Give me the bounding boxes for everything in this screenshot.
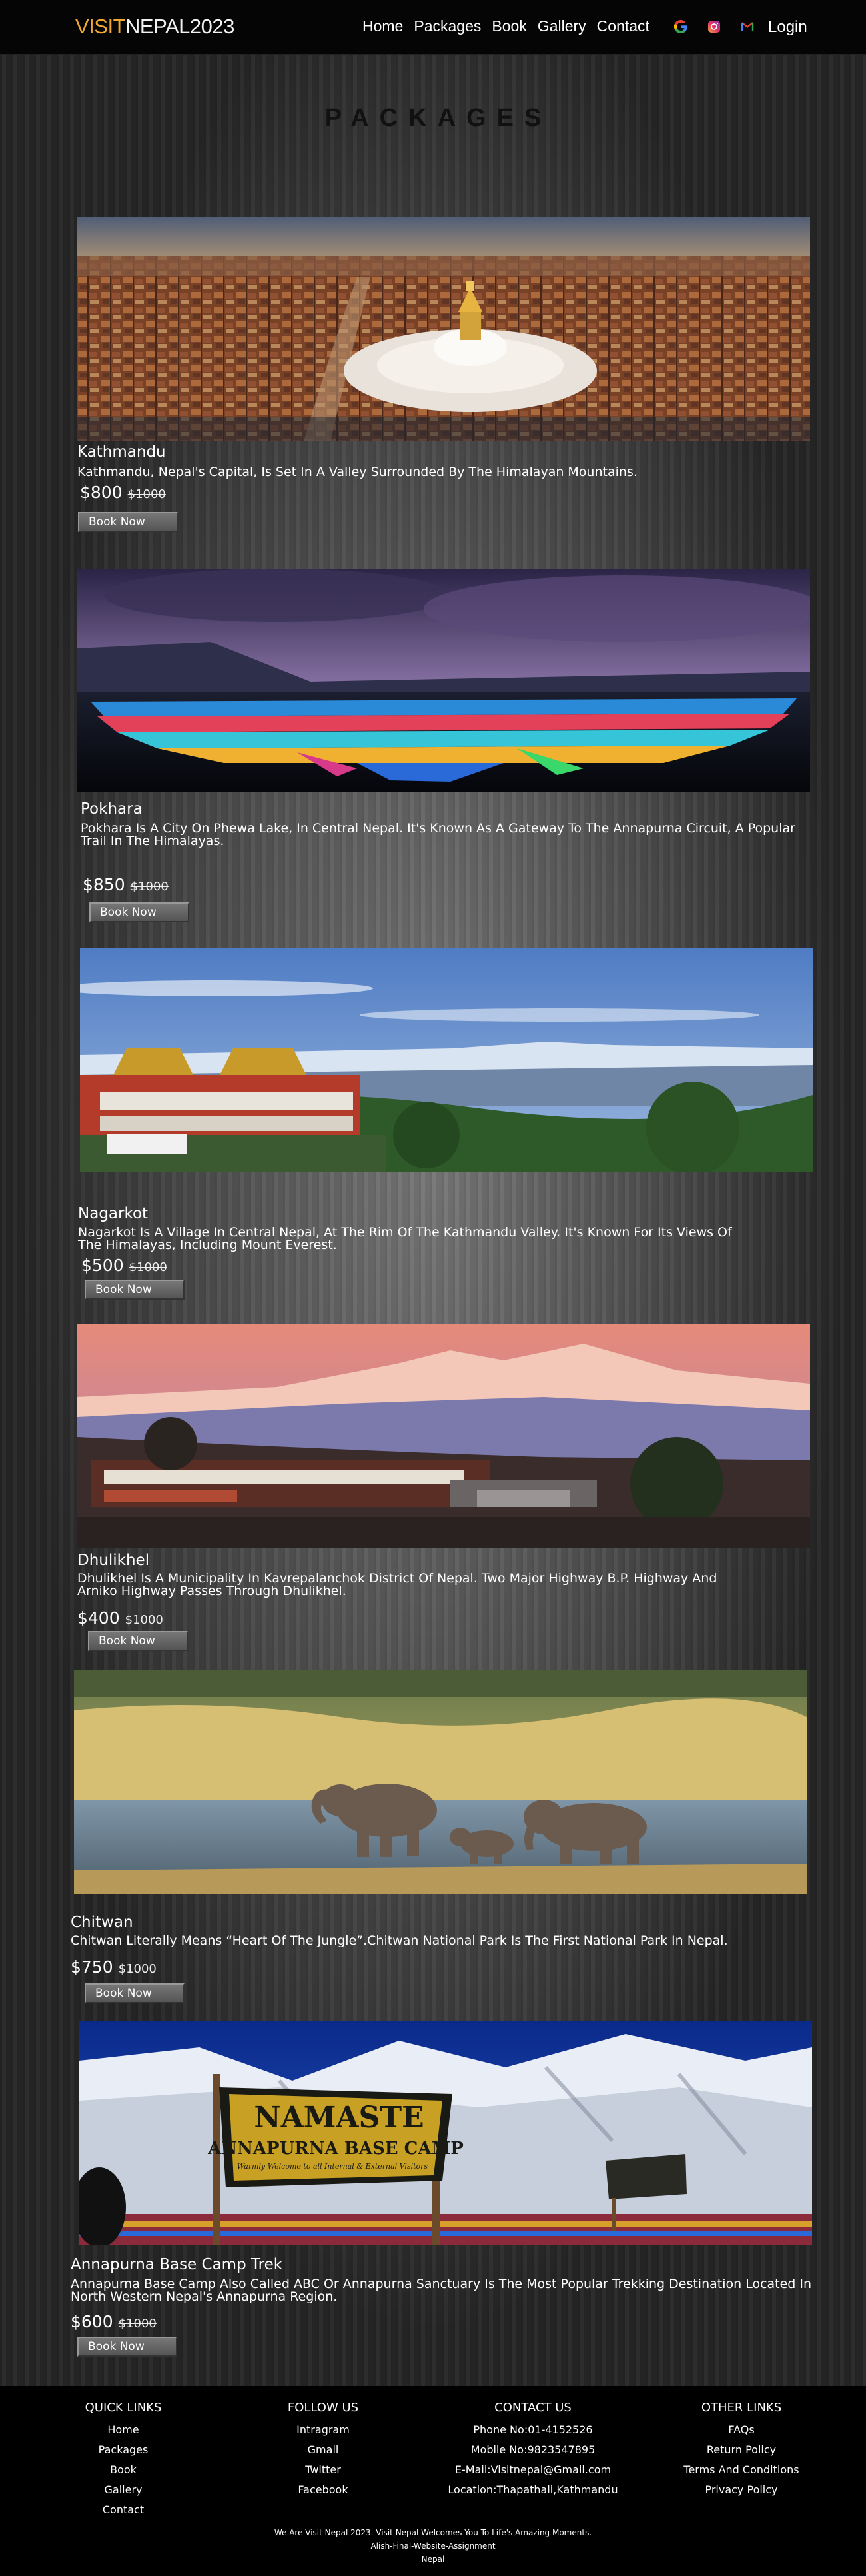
footer-link-terms[interactable]: Terms And Conditions: [668, 2460, 815, 2480]
footer-link-home[interactable]: Home: [63, 2420, 183, 2440]
book-now-button[interactable]: Book Now: [85, 1983, 185, 2003]
package-description: Kathmandu, Nepal's Capital, Is Set In A …: [77, 465, 638, 479]
nav-gallery-link[interactable]: Gallery: [538, 17, 586, 35]
sign-namaste: NAMASTE: [254, 2101, 424, 2135]
footer-phone: Phone No:01-4152526: [473, 2423, 593, 2436]
nav-book-link[interactable]: Book: [492, 17, 526, 35]
footer-link-packages[interactable]: Packages: [63, 2440, 183, 2460]
google-icon[interactable]: [673, 19, 689, 35]
footer-email[interactable]: E-Mail:Visitnepal@Gmail.com: [443, 2460, 623, 2480]
footer-heading: OTHER LINKS: [701, 2401, 782, 2415]
site-logo[interactable]: VISITNEPAL2023: [75, 15, 234, 39]
book-now-button[interactable]: Book Now: [77, 2337, 177, 2357]
footer-link-facebook[interactable]: Facebook: [263, 2480, 383, 2500]
site-footer: QUICK LINKS Home Packages Book Gallery C…: [0, 2386, 866, 2576]
book-now-button[interactable]: Book Now: [89, 902, 189, 922]
gmail-icon[interactable]: [739, 19, 755, 35]
package-description: Dhulikhel Is A Municipality In Kavrepala…: [77, 1571, 717, 1598]
package-name: Chitwan: [71, 1914, 133, 1931]
package-price: $600 $1000: [71, 2312, 157, 2331]
login-link[interactable]: Login: [768, 18, 807, 37]
original-price: $1000: [125, 1613, 163, 1627]
page: VISITNEPAL2023 Home Packages Book Galler…: [0, 0, 866, 2576]
package-price: $850 $1000: [83, 875, 169, 894]
footer-follow-us: FOLLOW US Intragram Gmail Twitter Facebo…: [263, 2401, 383, 2500]
package-description: Nagarkot Is A Village In Central Nepal, …: [78, 1225, 732, 1252]
package-price: $750 $1000: [71, 1957, 157, 1977]
footer-bottom-text: We Are Visit Nepal 2023. Visit Nepal Wel…: [0, 2526, 866, 2566]
book-now-button[interactable]: Book Now: [88, 1631, 188, 1651]
kathmandu-stupa-photo: [77, 217, 810, 441]
footer-tagline: We Are Visit Nepal 2023. Visit Nepal Wel…: [274, 2528, 592, 2537]
package-name: Annapurna Base Camp Trek: [71, 2256, 283, 2273]
nagarkot-monastery-photo: [80, 948, 813, 1172]
original-price: $1000: [127, 487, 166, 501]
site-header: VISITNEPAL2023 Home Packages Book Galler…: [0, 0, 866, 55]
footer-link-twitter[interactable]: Twitter: [263, 2460, 383, 2480]
pokhara-boats-photo: [77, 569, 810, 792]
annapurna-sign-photo: NAMASTE ANNAPURNA BASE CAMP Warmly Welco…: [79, 2021, 812, 2245]
footer-link-gmail[interactable]: Gmail: [263, 2440, 383, 2460]
sign-welcome: Warmly Welcome to all Internal & Externa…: [237, 2162, 428, 2171]
footer-other-links: OTHER LINKS FAQs Return Policy Terms And…: [668, 2401, 815, 2500]
package-name: Kathmandu: [77, 443, 166, 461]
footer-heading: CONTACT US: [494, 2401, 572, 2415]
nav-home-link[interactable]: Home: [362, 17, 403, 35]
chitwan-elephants-photo: [74, 1670, 807, 1894]
main-nav: Home Packages Book Gallery Contact: [362, 17, 650, 35]
footer-link-gallery[interactable]: Gallery: [63, 2480, 183, 2500]
footer-link-privacy[interactable]: Privacy Policy: [668, 2480, 815, 2500]
package-price: $800 $1000: [80, 483, 166, 502]
footer-link-contact[interactable]: Contact: [63, 2500, 183, 2520]
sign-annapurna: ANNAPURNA BASE CAMP: [207, 2139, 464, 2159]
package-name: Nagarkot: [78, 1205, 149, 1222]
footer-link-return-policy[interactable]: Return Policy: [668, 2440, 815, 2460]
package-description: Annapurna Base Camp Also Called ABC Or A…: [71, 2277, 812, 2304]
footer-credit: Alish-Final-Website-Assignment: [370, 2541, 496, 2551]
package-name: Pokhara: [81, 800, 143, 818]
original-price: $1000: [130, 880, 169, 894]
nav-contact-link[interactable]: Contact: [597, 17, 650, 35]
original-price: $1000: [118, 1962, 157, 1976]
footer-link-instagram[interactable]: Intragram: [263, 2420, 383, 2440]
dhulikhel-village-photo: [77, 1324, 810, 1548]
package-description: Pokhara Is A City On Phewa Lake, In Cent…: [81, 821, 795, 848]
footer-heading: FOLLOW US: [287, 2401, 359, 2415]
package-description: Chitwan Literally Means “Heart Of The Ju…: [71, 1933, 728, 1948]
footer-quick-links: QUICK LINKS Home Packages Book Gallery C…: [63, 2401, 183, 2520]
footer-mobile: Mobile No:9823547895: [470, 2443, 596, 2456]
original-price: $1000: [118, 2317, 157, 2331]
footer-country: Nepal: [421, 2555, 445, 2564]
package-name: Dhulikhel: [77, 1552, 150, 1569]
footer-contact-us: CONTACT US Phone No:01-4152526 Mobile No…: [443, 2401, 623, 2500]
original-price: $1000: [129, 1260, 167, 1274]
book-now-button[interactable]: Book Now: [78, 512, 178, 532]
instagram-icon[interactable]: [706, 19, 722, 35]
nav-packages-link[interactable]: Packages: [414, 17, 481, 35]
footer-link-faqs[interactable]: FAQs: [668, 2420, 815, 2440]
footer-link-book[interactable]: Book: [63, 2460, 183, 2480]
book-now-button[interactable]: Book Now: [85, 1280, 185, 1300]
page-title: PACKAGES: [324, 104, 552, 132]
package-price: $400 $1000: [77, 1608, 163, 1628]
footer-location: Location:Thapathali,Kathmandu: [448, 2483, 618, 2496]
footer-heading: QUICK LINKS: [85, 2401, 162, 2415]
package-price: $500 $1000: [81, 1256, 167, 1275]
